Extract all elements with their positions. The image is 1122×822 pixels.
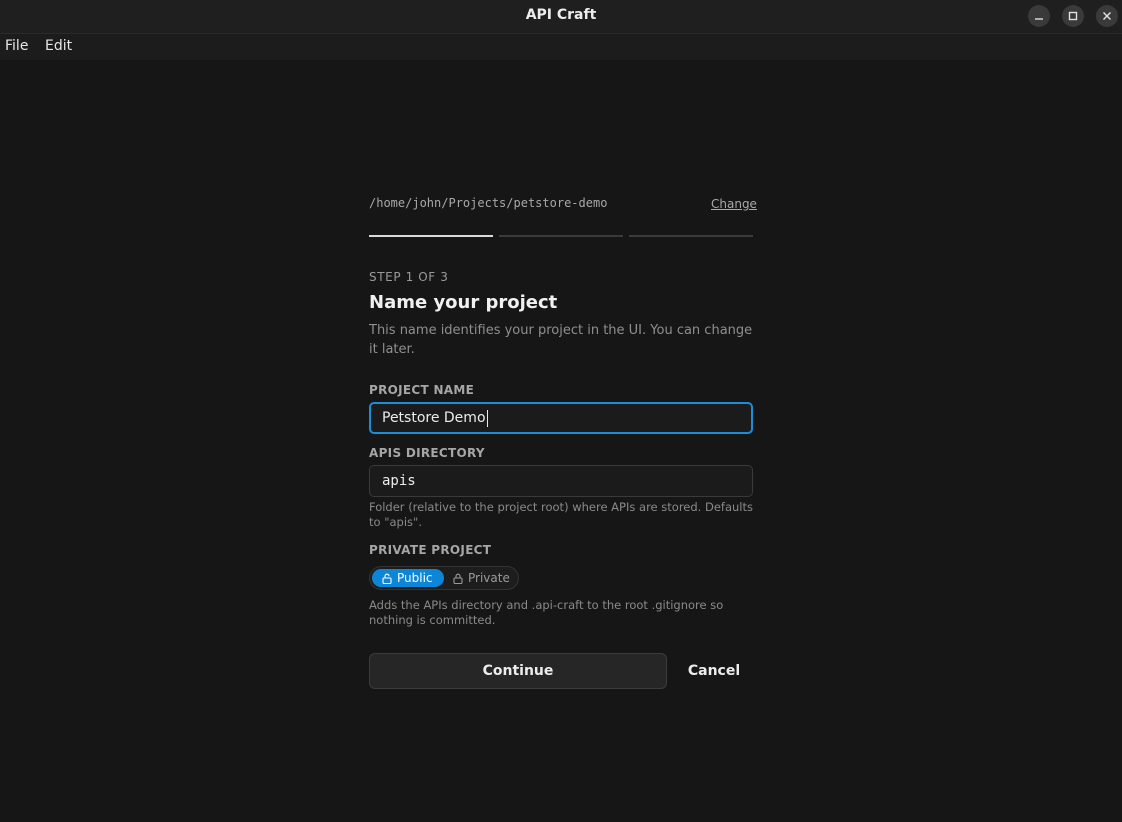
menu-edit[interactable]: Edit — [45, 38, 72, 54]
private-option-label: Private — [468, 571, 510, 585]
apis-directory-value: apis — [382, 473, 416, 489]
step-indicator-2 — [499, 235, 623, 237]
close-button[interactable] — [1096, 5, 1118, 27]
apis-directory-help: Folder (relative to the project root) wh… — [369, 500, 753, 529]
project-name-label: PROJECT NAME — [369, 383, 475, 397]
public-option-label: Public — [397, 571, 433, 585]
page-title: Name your project — [369, 292, 558, 313]
step-indicator-1 — [369, 235, 493, 237]
apis-directory-input[interactable]: apis — [369, 465, 753, 497]
maximize-button[interactable] — [1062, 5, 1084, 27]
close-icon — [1103, 12, 1111, 20]
window-title: API Craft — [525, 7, 597, 23]
menu-file[interactable]: File — [5, 38, 28, 54]
continue-button[interactable]: Continue — [369, 653, 667, 689]
step-label: STEP 1 OF 3 — [369, 270, 449, 284]
project-name-input[interactable]: Petstore Demo — [369, 402, 753, 434]
unlock-icon — [382, 573, 392, 584]
private-project-help: Adds the APIs directory and .api-craft t… — [369, 598, 724, 627]
minimize-icon — [1035, 18, 1043, 20]
project-path: /home/john/Projects/petstore-demo — [369, 196, 608, 210]
menu-bar: File Edit — [0, 34, 1122, 60]
lock-icon — [453, 573, 463, 584]
project-name-value: Petstore Demo — [382, 410, 486, 426]
text-caret — [486, 409, 488, 427]
cancel-button[interactable]: Cancel — [683, 653, 745, 689]
apis-directory-label: APIS DIRECTORY — [369, 446, 485, 460]
page-description: This name identifies your project in the… — [369, 323, 753, 357]
minimize-button[interactable] — [1028, 5, 1050, 27]
change-path-link[interactable]: Change — [711, 197, 757, 211]
public-option[interactable]: Public — [372, 569, 444, 587]
maximize-icon — [1068, 11, 1078, 21]
private-project-label: PRIVATE PROJECT — [369, 543, 492, 557]
title-bar: API Craft — [0, 0, 1122, 34]
step-indicator-3 — [629, 235, 753, 237]
privacy-toggle: Public Private — [369, 566, 519, 590]
private-option[interactable]: Private — [450, 569, 518, 587]
